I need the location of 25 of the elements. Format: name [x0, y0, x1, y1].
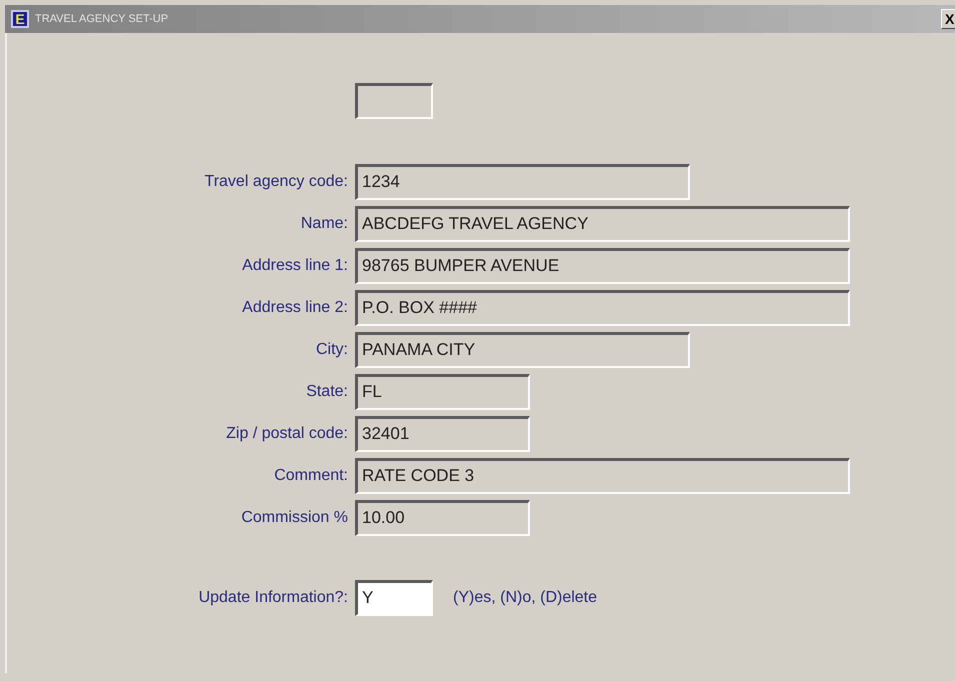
window-title: TRAVEL AGENCY SET-UP: [35, 13, 168, 25]
hint-text: (Y)es, (N)o, (D)elete: [453, 589, 598, 607]
field-label: State:: [305, 383, 349, 401]
field-label: City:: [315, 341, 349, 359]
field-label: Zip / postal code:: [225, 425, 349, 443]
field-label: Comment:: [273, 467, 349, 485]
input-field[interactable]: 10.00: [355, 500, 530, 536]
input-field[interactable]: ABCDEFG TRAVEL AGENCY: [355, 206, 850, 242]
input-field[interactable]: 1234: [355, 164, 690, 200]
field-label: Commission %: [240, 509, 349, 527]
field-label: Travel agency code:: [204, 173, 349, 191]
field-label: Update Information?:: [198, 589, 349, 607]
close-button[interactable]: X: [941, 9, 955, 29]
input-field[interactable]: RATE CODE 3: [355, 458, 850, 494]
input-field[interactable]: 98765 BUMPER AVENUE: [355, 248, 850, 284]
app-icon: E: [11, 10, 29, 28]
input-field[interactable]: P.O. BOX ####: [355, 290, 850, 326]
input-field[interactable]: Y: [355, 580, 433, 616]
field-label: Name:: [300, 215, 349, 233]
field-label: Address line 2:: [241, 299, 349, 317]
input-field[interactable]: [355, 83, 433, 119]
field-label: Address line 1:: [241, 257, 349, 275]
input-field[interactable]: PANAMA CITY: [355, 332, 690, 368]
input-field[interactable]: FL: [355, 374, 530, 410]
input-field[interactable]: 32401: [355, 416, 530, 452]
